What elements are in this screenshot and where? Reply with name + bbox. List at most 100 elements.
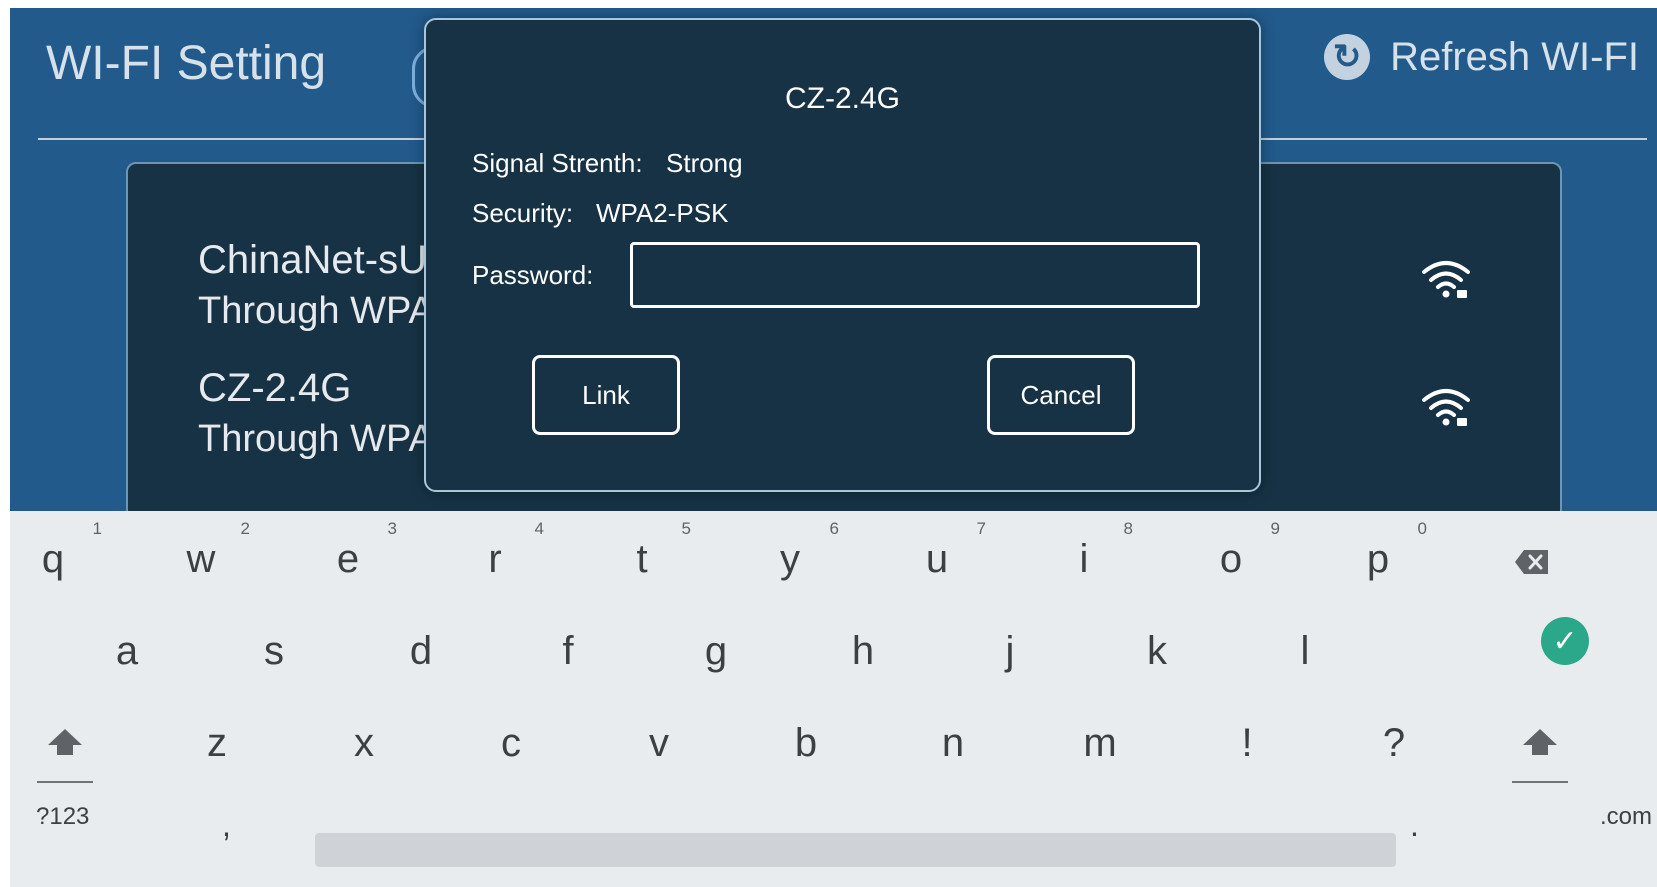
network-security: Through WPA (198, 290, 434, 332)
key-label: h (851, 629, 875, 673)
key-m[interactable]: m (1045, 695, 1155, 785)
key-label: z (207, 721, 227, 765)
key-label: ! (1241, 721, 1253, 765)
comma-key[interactable]: , (222, 807, 231, 844)
shift-key-right[interactable] (1512, 721, 1568, 783)
key-c[interactable]: c (456, 695, 566, 785)
key-label: o (1219, 537, 1243, 581)
key-label: q (41, 537, 65, 581)
enter-key[interactable]: ✓ (1541, 617, 1589, 665)
key-hint: 3 (387, 519, 397, 538)
key-label: x (354, 721, 374, 765)
key-y[interactable]: y 6 (735, 511, 845, 601)
key-p[interactable]: p 0 (1323, 511, 1433, 601)
symbols-key[interactable]: ?123 (36, 803, 89, 831)
key-label: j (1005, 629, 1015, 673)
key-o[interactable]: o 9 (1176, 511, 1286, 601)
shift-underline (1512, 781, 1568, 783)
key-label: g (704, 629, 728, 673)
wifi-locked-icon (1422, 261, 1470, 298)
key-s[interactable]: s (219, 603, 329, 693)
signal-strength-value: Strong (666, 148, 743, 178)
key-h[interactable]: h (808, 603, 918, 693)
key-label: d (409, 629, 433, 673)
key-b[interactable]: b (751, 695, 861, 785)
refresh-wifi-button[interactable]: ↻ Refresh WI-FI (1324, 34, 1639, 80)
refresh-wifi-label: Refresh WI-FI (1390, 34, 1639, 79)
key-label: s (264, 629, 284, 673)
network-name: ChinaNet-sU (198, 238, 427, 282)
key-label: m (1083, 721, 1117, 765)
key-hint: 5 (681, 519, 691, 538)
key-i[interactable]: i 8 (1029, 511, 1139, 601)
key-hint: 6 (829, 519, 839, 538)
wifi-locked-icon (1422, 389, 1470, 426)
key-z[interactable]: z (162, 695, 272, 785)
key-w[interactable]: w 2 (146, 511, 256, 601)
backspace-icon[interactable] (1514, 549, 1550, 575)
key-label: n (941, 721, 965, 765)
key-hint: 8 (1123, 519, 1133, 538)
key-hint: 1 (92, 519, 102, 538)
key-exclamation[interactable]: ! (1192, 695, 1302, 785)
key-label: i (1079, 537, 1089, 581)
key-hint: 2 (240, 519, 250, 538)
network-security: Through WPA (198, 418, 434, 460)
network-name: CZ-2.4G (198, 366, 352, 410)
key-q[interactable]: q 1 (10, 511, 108, 601)
security-value: WPA2-PSK (596, 198, 729, 228)
key-label: a (115, 629, 139, 673)
key-label: c (501, 721, 521, 765)
dialog-title: CZ-2.4G (784, 82, 901, 115)
signal-strength-label: Signal Strenth: (472, 148, 643, 178)
key-x[interactable]: x (309, 695, 419, 785)
key-f[interactable]: f (513, 603, 623, 693)
key-label: v (649, 721, 669, 765)
key-j[interactable]: j (955, 603, 1065, 693)
key-a[interactable]: a (72, 603, 182, 693)
shift-underline (37, 781, 93, 783)
key-label: y (780, 537, 800, 581)
key-label: b (794, 721, 818, 765)
key-d[interactable]: d (366, 603, 476, 693)
key-l[interactable]: l (1250, 603, 1360, 693)
dotcom-key[interactable]: .com (1600, 803, 1652, 831)
password-input[interactable] (630, 242, 1200, 308)
key-v[interactable]: v (604, 695, 714, 785)
key-hint: 4 (534, 519, 544, 538)
refresh-icon: ↻ (1324, 34, 1371, 80)
key-n[interactable]: n (898, 695, 1008, 785)
wifi-connect-dialog: CZ-2.4G Signal Strenth: Strong Security:… (424, 18, 1261, 492)
key-label: ? (1382, 721, 1406, 765)
key-label: k (1147, 629, 1167, 673)
check-icon: ✓ (1552, 624, 1578, 658)
key-label: w (186, 537, 216, 581)
soft-keyboard: q 1 w 2 e 3 r 4 t 5 y 6 u 7 i 8 o 9 p 0 … (10, 511, 1657, 887)
key-k[interactable]: k (1102, 603, 1212, 693)
shift-key-left[interactable] (37, 721, 93, 783)
key-label: f (562, 629, 574, 673)
key-hint: 0 (1417, 519, 1427, 538)
link-button[interactable]: Link (532, 355, 680, 435)
key-hint: 9 (1270, 519, 1280, 538)
shift-icon (1523, 729, 1557, 755)
key-label: u (925, 537, 949, 581)
key-e[interactable]: e 3 (293, 511, 403, 601)
key-hint: 7 (976, 519, 986, 538)
key-u[interactable]: u 7 (882, 511, 992, 601)
key-label: l (1300, 629, 1310, 673)
key-r[interactable]: r 4 (440, 511, 550, 601)
password-label: Password: (472, 260, 594, 290)
cancel-button[interactable]: Cancel (987, 355, 1135, 435)
key-g[interactable]: g (661, 603, 771, 693)
key-label: p (1366, 537, 1390, 581)
key-label: e (336, 537, 360, 581)
key-label: r (488, 537, 502, 581)
key-question[interactable]: ? (1339, 695, 1449, 785)
key-label: t (636, 537, 648, 581)
period-key[interactable]: . (1410, 807, 1419, 844)
page-title: WI-FI Setting (46, 37, 327, 90)
space-bar[interactable] (315, 833, 1396, 867)
key-t[interactable]: t 5 (587, 511, 697, 601)
shift-icon (48, 729, 82, 755)
